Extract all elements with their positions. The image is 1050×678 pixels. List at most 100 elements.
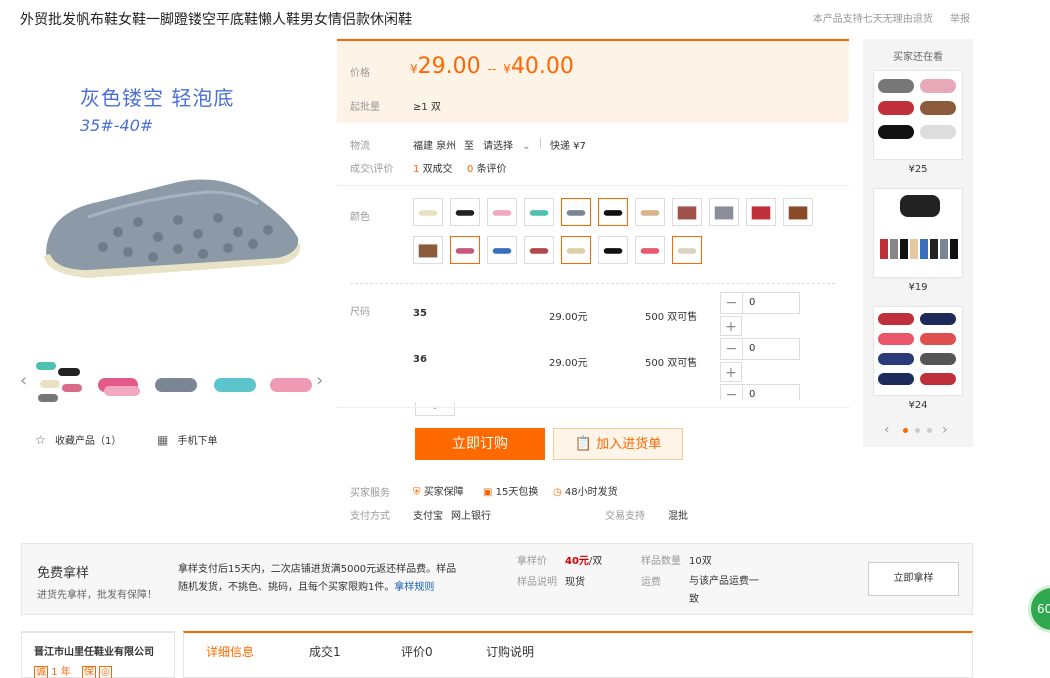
deals-count[interactable]: 1 双成交	[413, 160, 453, 175]
color-swatch[interactable]	[487, 198, 517, 226]
sample-price: 40元/双	[565, 556, 603, 567]
expand-sizes-chevron-icon[interactable]: ⌄	[415, 402, 455, 416]
company-card: 晋江市山里任鞋业有限公司 诚 1 年 保 ◎	[21, 631, 175, 678]
color-swatch[interactable]	[413, 198, 443, 226]
ship-from: 福建 泉州	[413, 141, 457, 152]
main-product-image[interactable]: 灰色镂空 轻泡底 35#-40#	[28, 42, 318, 342]
color-swatch[interactable]	[487, 236, 517, 264]
payment-bank: 网上银行	[451, 511, 491, 522]
quantity-stepper[interactable]: − 0	[720, 384, 800, 400]
pager-dot[interactable]	[927, 428, 932, 433]
minus-icon[interactable]: −	[721, 293, 743, 313]
favorite-label: 收藏产品（1）	[54, 436, 122, 447]
color-swatch[interactable]	[524, 198, 554, 226]
sample-ship-value: 与该产品运费一致	[689, 576, 759, 605]
thumbnail[interactable]	[151, 354, 203, 408]
order-now-button[interactable]: 立即订购	[415, 428, 545, 460]
tab-reviews[interactable]: 评价0	[401, 643, 433, 660]
sample-price-label: 拿样价	[517, 556, 547, 567]
size-value: 36	[413, 354, 427, 365]
color-swatch[interactable]	[709, 198, 739, 226]
thumbnail-strip: ‹ ›	[20, 352, 330, 414]
shield-icon: 保	[81, 666, 96, 678]
payment-alipay: 支付宝	[413, 511, 443, 522]
divider	[350, 283, 835, 284]
sample-subtitle: 进货先拿样，批发有保障！	[37, 590, 157, 601]
favorite-button[interactable]: ☆ 收藏产品（1）	[35, 432, 121, 447]
report-link[interactable]: 举报	[950, 14, 970, 25]
size-list: 35 29.00元 500 双可售 − 0 + 36 29.00元 500 双可…	[337, 290, 849, 400]
service-guarantee: ⛨ 买家保障	[413, 487, 464, 498]
color-swatch[interactable]	[746, 198, 776, 226]
service-shipping: ◷ 48小时发货	[553, 487, 618, 498]
divider	[337, 407, 849, 408]
mobile-order-label: 手机下单	[177, 436, 218, 447]
reviews-count[interactable]: 0 条评价	[467, 160, 507, 175]
color-swatch[interactable]	[524, 236, 554, 264]
company-name[interactable]: 晋江市山里任鞋业有限公司	[34, 643, 154, 658]
color-swatch[interactable]	[783, 198, 813, 226]
services-label: 买家服务	[350, 488, 390, 499]
color-swatch[interactable]	[635, 198, 665, 226]
sample-rule-link[interactable]: 拿样规则	[394, 582, 434, 593]
thumbnail[interactable]	[210, 354, 262, 408]
color-swatch[interactable]	[561, 198, 591, 226]
sidebar-title: 买家还在看	[893, 52, 943, 63]
plus-icon[interactable]: +	[720, 316, 742, 336]
qr-code-icon: ▦	[157, 433, 169, 447]
pager-dot[interactable]	[915, 428, 920, 433]
thumb-prev-icon[interactable]: ‹	[20, 370, 27, 391]
sidebar-prev-icon[interactable]: ‹	[884, 422, 890, 438]
recommended-product[interactable]	[873, 306, 963, 396]
return-policy-link[interactable]: 本产品支持七天无理由退货	[813, 14, 933, 25]
trade-value: 混批	[668, 511, 688, 522]
ship-to-word: 至	[464, 141, 474, 152]
thumbnail[interactable]	[94, 354, 146, 408]
get-sample-button[interactable]: 立即拿样	[868, 562, 959, 596]
floating-widget-badge[interactable]: 60	[1028, 585, 1050, 633]
color-swatch[interactable]	[598, 236, 628, 264]
color-swatch[interactable]	[450, 198, 480, 226]
shoe-illustration	[44, 179, 301, 278]
tab-deals[interactable]: 成交1	[309, 643, 341, 660]
plus-icon[interactable]: +	[720, 362, 742, 382]
thumb-next-icon[interactable]: ›	[316, 370, 323, 391]
minus-icon[interactable]: −	[721, 339, 743, 359]
product-title: 外贸批发帆布鞋女鞋一脚蹬镂空平底鞋懒人鞋男女情侣款休闲鞋	[20, 12, 412, 28]
color-swatch[interactable]	[561, 236, 591, 264]
divider	[337, 185, 849, 186]
quantity-stepper[interactable]: − 0	[720, 292, 800, 314]
minus-icon[interactable]: −	[721, 385, 743, 400]
sample-ship-label: 运费	[641, 577, 661, 588]
thumbnail[interactable]	[266, 354, 318, 408]
company-years: 诚 1 年 保 ◎	[34, 666, 112, 678]
color-swatch[interactable]	[413, 236, 443, 264]
color-swatch[interactable]	[635, 236, 665, 264]
size-stock: 500 双可售	[645, 312, 698, 323]
sample-qty-value: 10双	[689, 556, 712, 567]
color-swatches	[413, 198, 833, 270]
shield-icon: ⛨	[413, 487, 421, 498]
destination-select[interactable]: 请选择 ⌄	[483, 137, 531, 152]
tab-order-notes[interactable]: 订购说明	[486, 643, 534, 660]
color-swatch[interactable]	[450, 236, 480, 264]
pager-dot[interactable]	[903, 428, 908, 433]
calendar-icon: ▣	[483, 487, 493, 498]
recommended-product[interactable]	[873, 70, 963, 160]
tab-details[interactable]: 详细信息	[206, 643, 254, 660]
size-value: 35	[413, 308, 427, 319]
recommended-product[interactable]	[873, 188, 963, 278]
sidebar-next-icon[interactable]: ›	[942, 422, 948, 438]
color-label: 颜色	[350, 212, 370, 223]
color-swatch[interactable]	[598, 198, 628, 226]
color-swatch[interactable]	[672, 198, 702, 226]
badge-icon: ◎	[99, 666, 112, 678]
thumbnail[interactable]	[34, 354, 86, 408]
sample-qty-label: 样品数量	[641, 556, 681, 567]
sample-title: 免费拿样	[37, 566, 90, 581]
add-to-cart-button[interactable]: 📋 加入进货单	[553, 428, 683, 460]
deals-label: 成交\评价	[350, 164, 394, 175]
color-swatch[interactable]	[672, 236, 702, 264]
quantity-stepper[interactable]: − 0	[720, 338, 800, 360]
mobile-order-button[interactable]: ▦ 手机下单	[157, 432, 218, 447]
